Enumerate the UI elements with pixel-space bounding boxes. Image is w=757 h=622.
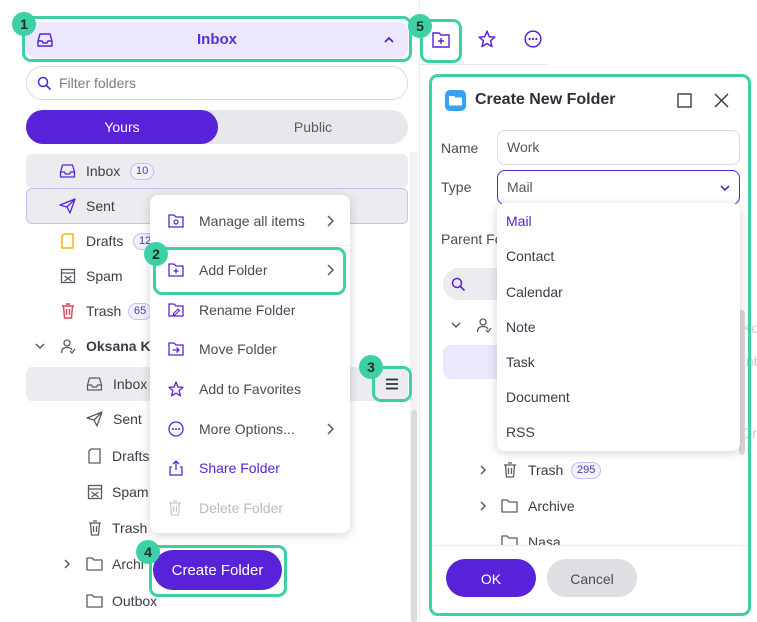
folder-label: Sent bbox=[86, 198, 115, 214]
chevron-right-icon bbox=[326, 422, 336, 436]
more-options-icon[interactable] bbox=[524, 30, 542, 48]
tab-yours[interactable]: Yours bbox=[26, 110, 218, 144]
account-icon bbox=[60, 338, 76, 354]
chevron-right-icon[interactable] bbox=[61, 558, 73, 570]
menu-item-label: Share Folder bbox=[199, 460, 280, 476]
tab-public[interactable]: Public bbox=[218, 110, 408, 144]
trash-icon bbox=[88, 520, 102, 536]
unread-badge: 65 bbox=[128, 303, 153, 320]
unread-badge: 10 bbox=[130, 163, 155, 180]
folder-label: Sent bbox=[113, 411, 142, 427]
callout-2: 2 bbox=[144, 242, 168, 266]
callout-2-frame bbox=[153, 247, 346, 295]
share-icon bbox=[168, 460, 184, 476]
folder-label: Inbox bbox=[86, 163, 121, 179]
folder-label: Inbox bbox=[113, 376, 148, 392]
folder-label: Spam bbox=[86, 268, 123, 284]
folder-context-menu: Manage all items Add Folder Rename Folde… bbox=[150, 195, 350, 533]
move-folder-icon bbox=[168, 341, 184, 356]
scope-toggle: Yours Public bbox=[26, 110, 408, 144]
callout-4-frame bbox=[149, 545, 287, 597]
callout-1: 1 bbox=[12, 12, 36, 36]
folder-label: Outbox bbox=[112, 593, 158, 609]
pane-divider bbox=[419, 0, 420, 622]
sidebar-scroll-thumb[interactable] bbox=[411, 410, 417, 622]
folder-settings-icon bbox=[168, 213, 184, 228]
callout-1-frame bbox=[22, 16, 412, 62]
spam-icon bbox=[60, 268, 76, 284]
callout-5: 5 bbox=[408, 14, 432, 38]
drafts-icon bbox=[87, 448, 102, 464]
callout-3: 3 bbox=[359, 355, 383, 379]
account-name: Oksana Ko bbox=[86, 338, 160, 354]
folder-label: Drafts bbox=[86, 233, 124, 249]
folder-row-inbox[interactable]: Inbox 10 bbox=[26, 153, 408, 189]
callout-4: 4 bbox=[136, 540, 160, 564]
menu-item-label: Add to Favorites bbox=[199, 381, 301, 397]
menu-item-label: Move Folder bbox=[199, 341, 277, 357]
dialog-highlight-frame bbox=[429, 74, 751, 616]
menu-item-rename-folder[interactable]: Rename Folder bbox=[150, 292, 350, 328]
more-options-icon bbox=[168, 421, 184, 437]
star-icon[interactable] bbox=[478, 30, 496, 48]
inbox-icon bbox=[59, 163, 76, 179]
folder-label: Trash bbox=[112, 520, 148, 536]
menu-item-add-favorites[interactable]: Add to Favorites bbox=[150, 371, 350, 407]
search-icon bbox=[37, 76, 52, 91]
star-icon bbox=[168, 381, 184, 397]
spam-icon bbox=[87, 484, 103, 500]
menu-item-delete-folder: Delete Folder bbox=[150, 490, 350, 526]
folder-label: Spam bbox=[112, 484, 149, 500]
trash-icon bbox=[168, 500, 182, 516]
folder-label: Trash bbox=[86, 303, 122, 319]
rename-folder-icon bbox=[168, 302, 184, 317]
menu-item-label: Delete Folder bbox=[199, 500, 284, 516]
drafts-icon bbox=[60, 233, 75, 249]
send-icon bbox=[86, 411, 103, 427]
chevron-right-icon bbox=[326, 214, 336, 228]
menu-item-label: Rename Folder bbox=[199, 302, 296, 318]
folder-icon bbox=[86, 593, 103, 608]
send-icon bbox=[59, 198, 76, 214]
menu-item-share-folder[interactable]: Share Folder bbox=[150, 450, 350, 486]
menu-item-more-options[interactable]: More Options... bbox=[150, 411, 350, 447]
folder-label: Drafts bbox=[112, 448, 150, 464]
menu-item-manage-all[interactable]: Manage all items bbox=[150, 203, 350, 239]
filter-folders[interactable] bbox=[26, 66, 408, 100]
folder-icon bbox=[86, 556, 103, 571]
inbox-icon bbox=[86, 376, 103, 392]
chevron-down-icon[interactable] bbox=[34, 340, 46, 352]
toolbar-divider bbox=[420, 64, 548, 65]
menu-item-label: More Options... bbox=[199, 421, 295, 437]
menu-item-move-folder[interactable]: Move Folder bbox=[150, 331, 350, 367]
trash-icon bbox=[61, 303, 75, 319]
menu-item-label: Manage all items bbox=[199, 213, 305, 229]
filter-input[interactable] bbox=[57, 67, 387, 99]
